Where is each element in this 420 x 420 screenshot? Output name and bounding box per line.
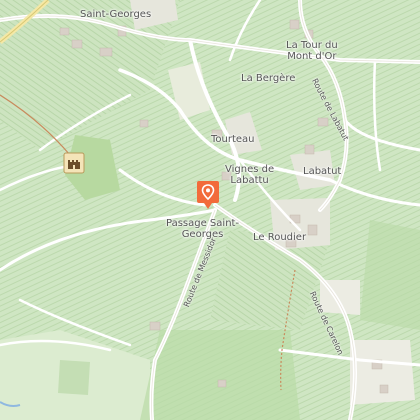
place-label-le-roudier: Le Roudier bbox=[253, 232, 307, 243]
place-label-la-bergere: La Bergère bbox=[241, 73, 296, 84]
map-base-layer bbox=[0, 0, 420, 420]
place-label-line: Passage Saint- bbox=[166, 218, 240, 229]
place-label-saint-georges: Saint-Georges bbox=[80, 9, 152, 20]
place-label-tourteau: Tourteau bbox=[211, 134, 255, 145]
map-canvas[interactable]: Saint-Georges La Tour du Mont d'Or La Be… bbox=[0, 0, 420, 420]
place-label-la-tour-du-mont-dor: La Tour du Mont d'Or bbox=[286, 40, 338, 62]
place-label-line: Vignes de bbox=[225, 164, 275, 175]
place-label-labatut: Labatut bbox=[303, 166, 342, 177]
location-pin-graphic bbox=[197, 181, 219, 209]
location-pin-icon[interactable] bbox=[197, 181, 219, 209]
chateau-icon[interactable] bbox=[63, 152, 85, 174]
place-label-vignes-de-labattu: Vignes de Labattu bbox=[225, 164, 274, 186]
place-label-passage-saint-georges: Passage Saint- Georges bbox=[166, 218, 239, 240]
chateau-icon-graphic bbox=[63, 152, 85, 174]
place-label-line: La Tour du bbox=[286, 40, 338, 51]
place-label-line: Labattu bbox=[230, 175, 269, 186]
place-label-line: Mont d'Or bbox=[287, 51, 337, 62]
place-label-line: Georges bbox=[181, 229, 224, 240]
